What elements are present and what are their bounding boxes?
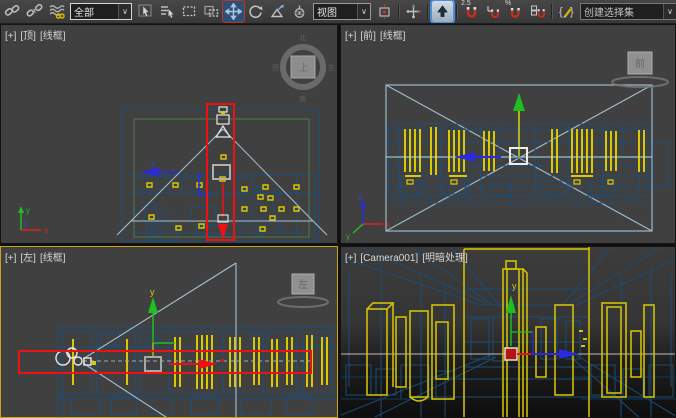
viewport-menu-shading[interactable]: [线框] [40,253,66,264]
viewport-menu-general[interactable]: [+] [345,253,356,264]
select-and-scale-icon[interactable] [267,1,288,22]
svg-text:y: y [26,206,30,215]
select-by-name-icon[interactable] [157,1,178,22]
viewcube[interactable]: 前 [612,52,668,87]
left-view-scene: y 左 [1,247,338,418]
unlink-selection-icon[interactable] [24,1,45,22]
world-axis-tripod: y x z [18,206,48,235]
reference-coordinate-value: 视图 [314,4,357,19]
snap-toggle-2-5-icon[interactable]: 2.5 [461,1,482,22]
svg-text:z: z [358,193,362,202]
select-and-rotate-icon[interactable] [245,1,266,22]
svg-text:北: 北 [299,34,306,42]
select-and-move-icon[interactable] [223,1,244,22]
keyboard-shortcut-override-icon[interactable] [432,1,453,22]
light-glow-dot [221,111,225,114]
svg-text:y: y [512,281,517,291]
selection-filter-dropdown[interactable]: 全部 ∨ [70,3,132,20]
rectangular-selection-region-icon[interactable] [179,1,200,22]
viewport-menu-pov[interactable]: [顶] [20,31,36,42]
toolbar-separator [427,4,429,19]
svg-text:x: x [386,220,390,229]
angle-snap-toggle-icon[interactable] [483,1,504,22]
svg-text:上: 上 [299,62,309,74]
viewport-menu-shading[interactable]: [线框] [380,31,406,42]
viewport-menu-shading[interactable]: [线框] [40,31,66,42]
svg-text:}: } [570,6,574,18]
bind-to-space-warp-icon[interactable] [46,1,67,22]
reference-coordinate-dropdown[interactable]: 视图 ∨ [313,3,371,20]
viewport-menu-general[interactable]: [+] [5,31,16,42]
percent-snap-toggle-icon[interactable]: % [505,1,526,22]
select-object-icon[interactable] [135,1,156,22]
viewport-left[interactable]: [+] [左] [线框] [0,246,338,418]
svg-text:z: z [151,160,155,169]
viewport-front[interactable]: [+] [前] [线框] [340,24,676,244]
svg-text:南: 南 [299,94,306,103]
camera-target-dot [92,361,96,365]
window-crossing-icon[interactable] [201,1,222,22]
viewport-camera-label: [+] [Camera001] [明暗处理] [345,249,472,264]
top-view-scene: z 上 北 东 南 西 [1,25,338,244]
viewport-left-label: [+] [左] [线框] [5,249,70,264]
viewport-top[interactable]: [+] [顶] [线框] [0,24,338,244]
viewport-menu-pov[interactable]: [Camera001] [360,253,418,264]
use-pivot-point-center-icon[interactable] [374,1,395,22]
svg-text:z: z [23,220,27,229]
viewcube[interactable]: 上 北 东 南 西 [272,34,335,103]
viewport-camera[interactable]: [+] [Camera001] [明暗处理] [340,246,676,418]
named-selection-set-dropdown[interactable]: 创建选择集 ∨ [580,3,676,20]
chevron-down-icon: ∨ [357,4,370,19]
world-axis-tripod: z x y [346,193,390,241]
select-and-link-icon[interactable] [2,1,23,22]
spinner-snap-toggle-icon[interactable] [527,1,548,22]
select-and-manipulate-icon[interactable] [403,1,424,22]
select-and-place-icon[interactable] [289,1,310,22]
camera-view-scene: y [341,247,676,418]
toolbar-separator [456,4,458,19]
toolbar-separator [398,4,400,19]
named-selection-set-value: 创建选择集 [581,4,663,19]
viewport-area: [+] [顶] [线框] [0,24,676,418]
viewport-menu-pov[interactable]: [左] [20,253,36,264]
svg-text:x: x [44,226,48,235]
viewport-menu-general[interactable]: [+] [5,253,16,264]
chevron-down-icon: ∨ [118,4,131,19]
svg-text:西: 西 [272,64,279,72]
svg-text:前: 前 [635,57,645,70]
viewport-menu-pov[interactable]: [前] [360,31,376,42]
edit-named-selection-sets-icon[interactable]: { } [556,1,577,22]
svg-text:{: { [559,6,563,18]
front-view-scene: 前 z x y [341,25,676,244]
svg-text:y: y [150,287,155,297]
chevron-down-icon: ∨ [663,4,676,19]
viewport-top-label: [+] [顶] [线框] [5,27,70,42]
svg-text:y: y [346,232,350,241]
viewport-menu-general[interactable]: [+] [345,31,356,42]
viewport-menu-shading[interactable]: [明暗处理] [422,253,468,264]
svg-text:东: 东 [328,63,335,72]
selection-filter-value: 全部 [71,4,118,19]
viewport-front-label: [+] [前] [线框] [345,27,410,42]
viewcube[interactable]: 左 [278,274,328,307]
toolbar-separator [551,4,553,19]
main-toolbar: 全部 ∨ 视图 ∨ [0,0,676,24]
svg-text:左: 左 [298,278,308,291]
